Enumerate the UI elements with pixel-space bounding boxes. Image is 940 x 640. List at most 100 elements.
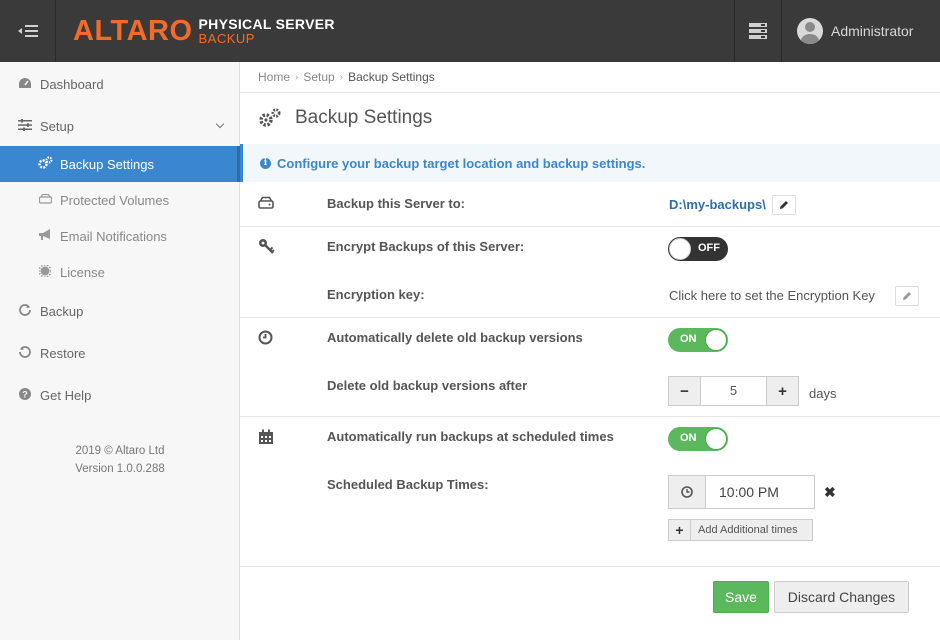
backup-location-label: Backup this Server to:	[327, 196, 465, 211]
server-icon	[749, 23, 767, 39]
sidebar-item-label: Protected Volumes	[60, 192, 170, 208]
breadcrumb-separator-icon: ›	[339, 71, 344, 83]
delete-after-label: Delete old backup versions after	[327, 378, 528, 393]
avatar	[797, 18, 823, 44]
breadcrumb-current: Backup Settings	[348, 70, 435, 84]
set-encryption-key-link[interactable]: Click here to set the Encryption Key	[669, 288, 875, 303]
clock-icon	[258, 330, 274, 346]
sidebar-item-restore[interactable]: Restore	[0, 335, 239, 371]
info-banner: i Configure your backup target location …	[240, 144, 940, 182]
time-picker-button[interactable]	[669, 476, 706, 508]
sidebar-item-label: Email Notifications	[60, 228, 167, 244]
breadcrumb-separator-icon: ›	[295, 71, 299, 83]
auto-delete-toggle[interactable]: ON	[668, 328, 728, 352]
sidebar-item-email-notifications[interactable]: Email Notifications	[0, 218, 239, 254]
encrypt-backups-toggle[interactable]: OFF	[668, 237, 728, 261]
sidebar-item-get-help[interactable]: ? Get Help	[0, 377, 239, 413]
discard-changes-button[interactable]: Discard Changes	[774, 581, 909, 613]
sidebar-item-backup[interactable]: Backup	[0, 293, 239, 329]
toggle-state-text: OFF	[698, 242, 720, 254]
toggle-knob	[705, 329, 727, 351]
schedule-toggle[interactable]: ON	[668, 427, 728, 451]
key-icon	[258, 238, 275, 254]
toggle-state-text: ON	[680, 333, 697, 345]
cogs-icon	[38, 156, 53, 172]
edit-encryption-key-button[interactable]	[895, 286, 919, 306]
sliders-icon	[18, 118, 32, 134]
schedule-times-label: Scheduled Backup Times:	[327, 477, 489, 492]
schedule-time-value[interactable]: 10:00 PM	[706, 476, 814, 508]
sidebar-item-label: Get Help	[40, 387, 92, 403]
svg-text:?: ?	[22, 389, 28, 399]
cogs-icon	[258, 108, 282, 131]
sidebar-item-label: Restore	[40, 345, 86, 361]
delete-after-input[interactable]: 5	[700, 377, 767, 405]
encryption-key-label: Encryption key:	[327, 287, 425, 302]
logo-subtitle: PHYSICAL SERVER BACKUP	[199, 17, 335, 45]
user-name: Administrator	[831, 23, 914, 39]
divider	[240, 416, 940, 417]
divider	[240, 226, 940, 227]
divider	[240, 566, 940, 567]
dashboard-icon	[18, 77, 32, 92]
divider	[240, 317, 940, 318]
sidebar: Dashboard Setup Backup Settings Protecte…	[0, 62, 240, 640]
edit-backup-location-button[interactable]	[772, 195, 796, 215]
info-text: Configure your backup target location an…	[277, 155, 646, 171]
user-menu[interactable]: Administrator	[781, 0, 940, 62]
schedule-time-field[interactable]: 10:00 PM	[668, 475, 815, 509]
days-unit-label: days	[809, 386, 837, 401]
decrement-button[interactable]: −	[669, 377, 700, 405]
divider	[240, 92, 940, 93]
sidebar-item-label: Dashboard	[40, 76, 104, 92]
version-text: Version 1.0.0.288	[75, 463, 165, 475]
info-icon: i	[260, 157, 271, 169]
save-button[interactable]: Save	[713, 581, 769, 613]
pencil-icon	[780, 201, 788, 209]
plus-icon: +	[669, 520, 691, 540]
refresh-icon	[18, 303, 32, 319]
calendar-icon	[258, 429, 274, 445]
hard-drive-icon	[258, 196, 274, 212]
menu-collapse-icon	[17, 25, 38, 37]
remove-time-icon[interactable]: ✖	[824, 484, 836, 501]
delete-after-stepper: − 5 +	[668, 376, 799, 406]
sidebar-item-label: License	[60, 264, 105, 280]
sidebar-item-backup-settings[interactable]: Backup Settings	[0, 146, 240, 182]
sidebar-item-setup[interactable]: Setup	[0, 108, 239, 144]
copyright-text: 2019 © Altaro Ltd	[75, 445, 165, 457]
menu-toggle-button[interactable]	[0, 0, 56, 62]
altaro-logo: ALTARO PHYSICAL SERVER BACKUP	[73, 14, 335, 48]
chevron-down-icon	[215, 119, 225, 129]
auto-delete-label: Automatically delete old backup versions	[327, 330, 583, 345]
toggle-state-text: ON	[680, 432, 697, 444]
top-bar: ALTARO PHYSICAL SERVER BACKUP Administra…	[0, 0, 940, 62]
drive-icon	[38, 193, 52, 207]
schedule-label: Automatically run backups at scheduled t…	[327, 429, 614, 444]
logo-product-line2: BACKUP	[198, 31, 255, 46]
megaphone-icon	[38, 229, 52, 243]
logo-product-line1: PHYSICAL SERVER	[198, 16, 335, 32]
toggle-knob	[669, 238, 691, 260]
sidebar-item-license[interactable]: License	[0, 254, 239, 290]
certificate-icon	[38, 263, 52, 280]
add-additional-times-button[interactable]: + Add Additional times	[668, 519, 813, 541]
pencil-icon	[903, 292, 911, 300]
minus-icon: −	[680, 382, 689, 400]
page-title: Backup Settings	[295, 107, 433, 128]
breadcrumb-setup[interactable]: Setup	[303, 70, 334, 84]
sidebar-item-protected-volumes[interactable]: Protected Volumes	[0, 182, 239, 218]
breadcrumb: Home › Setup › Backup Settings	[258, 70, 435, 84]
sidebar-item-label: Backup	[40, 303, 84, 319]
logo-main-text: ALTARO	[73, 14, 193, 47]
clock-icon	[681, 486, 693, 498]
increment-button[interactable]: +	[767, 377, 798, 405]
sidebar-item-label: Setup	[40, 118, 74, 134]
server-list-button[interactable]	[734, 0, 781, 62]
backup-location-link[interactable]: D:\my-backups\	[669, 197, 766, 212]
breadcrumb-home[interactable]: Home	[258, 70, 290, 84]
question-icon: ?	[18, 387, 32, 403]
plus-icon: +	[778, 382, 787, 400]
sidebar-item-dashboard[interactable]: Dashboard	[0, 66, 239, 102]
add-times-label: Add Additional times	[698, 524, 798, 536]
